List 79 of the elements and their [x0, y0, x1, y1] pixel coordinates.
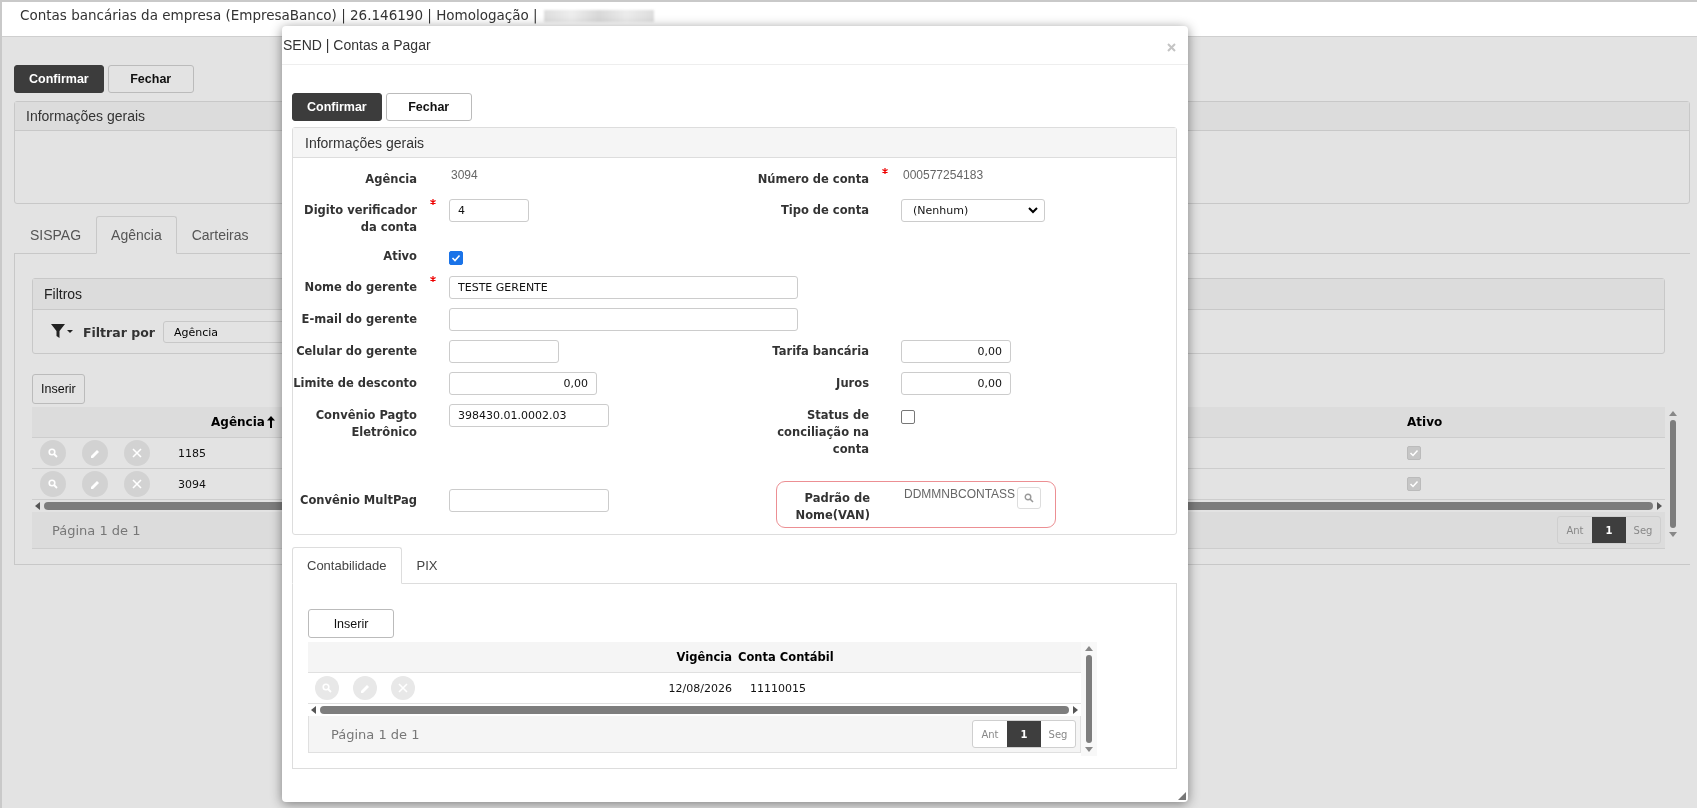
delete-button[interactable] — [124, 440, 150, 466]
table-cell: 12/08/2026 — [668, 681, 732, 695]
input-field[interactable] — [449, 308, 798, 331]
tab[interactable]: PIX — [401, 547, 453, 584]
input-field[interactable]: 0,00 — [449, 372, 597, 395]
insert-button[interactable]: Inserir — [308, 609, 394, 638]
column-header[interactable]: Vigência — [676, 650, 732, 664]
close-icon[interactable] — [1167, 42, 1176, 52]
table-cell-text: 11110015 — [749, 681, 806, 695]
column-header[interactable]: Conta Contábil — [738, 650, 834, 664]
tab[interactable]: Agência — [96, 216, 177, 254]
panel-title: Filtros — [44, 286, 83, 302]
field-value: 000577254183 — [902, 168, 984, 182]
panel-title: Informações gerais — [26, 108, 146, 124]
page-title: Contas bancárias da empresa (EmpresaBanco) | 26.146190 | Homologação | — [20, 7, 538, 23]
edit-button[interactable] — [82, 440, 108, 466]
next-button[interactable]: Seg — [1041, 721, 1075, 747]
field-label: Status de conciliação na conta — [776, 407, 869, 458]
field-label: Celular do gerente — [295, 343, 417, 360]
input-field[interactable] — [449, 489, 609, 512]
field-label: Nome do gerente — [303, 279, 417, 296]
search-icon — [48, 479, 58, 489]
x-icon — [132, 479, 142, 489]
pencil-icon — [89, 447, 101, 459]
input-field[interactable]: 4 — [449, 199, 529, 222]
field-label: Agência — [364, 171, 417, 188]
input-field[interactable]: 0,00 — [901, 372, 1011, 395]
page-button[interactable]: 1 — [1592, 517, 1626, 543]
field-value: 3094 — [450, 168, 478, 182]
funnel-icon[interactable] — [51, 324, 75, 340]
input-field[interactable] — [449, 340, 559, 363]
field-label: Digito verificador da conta — [303, 202, 417, 236]
search-icon — [1024, 493, 1035, 503]
tab[interactable]: Carteiras — [176, 216, 264, 254]
scrollbar[interactable] — [1081, 642, 1097, 756]
field-label: Convênio MultPag — [298, 492, 417, 509]
search-button[interactable] — [1017, 487, 1042, 509]
previous-button[interactable]: Ant — [973, 721, 1007, 747]
delete-button[interactable] — [124, 471, 150, 497]
field-label: Limite de desconto — [293, 375, 417, 392]
checkbox[interactable] — [901, 410, 915, 424]
field-value: DDMMNBCONTASS — [903, 487, 1016, 501]
search-icon — [48, 448, 58, 458]
checkbox[interactable] — [449, 251, 463, 265]
confirm-button[interactable]: Confirmar — [292, 93, 382, 121]
page-button[interactable]: 1 — [1007, 721, 1041, 747]
field-label: Juros — [834, 375, 869, 392]
check-icon — [451, 253, 461, 263]
pencil-icon — [89, 478, 101, 490]
field-label: Padrão de Nome(VAN) — [794, 490, 870, 524]
view-button[interactable] — [40, 471, 66, 497]
close-button[interactable]: Fechar — [107, 65, 194, 93]
panel-title: Informações gerais — [305, 134, 425, 151]
x-icon — [132, 448, 142, 458]
edit-button[interactable] — [82, 471, 108, 497]
confirm-button[interactable]: Confirmar — [14, 65, 104, 93]
resize-grip-icon[interactable] — [1178, 792, 1186, 800]
field-label: Ativo — [382, 248, 417, 265]
tab[interactable]: Contabilidade — [292, 547, 402, 584]
chevron-down-icon — [1028, 207, 1038, 214]
filter-label: Filtrar por — [83, 324, 155, 340]
dialog-title: SEND | Contas a Pagar — [283, 37, 431, 53]
insert-button[interactable]: Inserir — [32, 374, 85, 404]
field-label: Convênio Pagto Eletrônico — [314, 407, 417, 441]
field-label: Tipo de conta — [779, 202, 869, 219]
column-header[interactable]: Ativo — [1395, 407, 1665, 437]
table-cell: 3094 — [178, 477, 206, 491]
close-button[interactable]: Fechar — [385, 93, 472, 121]
tab[interactable]: SISPAG — [15, 216, 97, 254]
field-label: Tarifa bancária — [771, 343, 869, 360]
input-field[interactable]: TESTE GERENTE — [449, 276, 798, 299]
input-field[interactable]: 398430.01.0002.03 — [449, 404, 609, 427]
view-button[interactable] — [40, 440, 66, 466]
table-cell: 1185 — [178, 446, 206, 460]
page-summary: Página 1 de 1 — [52, 522, 141, 538]
input-field[interactable]: 0,00 — [901, 340, 1011, 363]
field-label: Número de conta — [756, 171, 869, 188]
page-summary: Página 1 de 1 — [331, 726, 420, 742]
select-field[interactable]: (Nenhum) — [901, 199, 1045, 222]
